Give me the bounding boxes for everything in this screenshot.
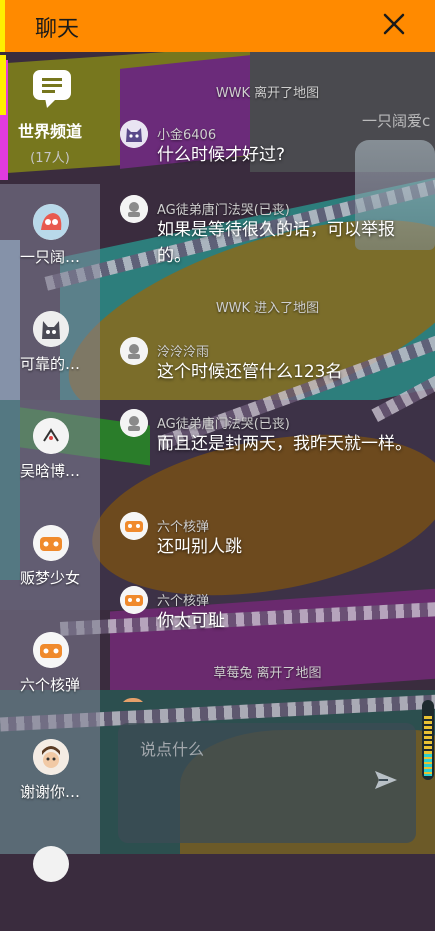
chat-bubble-icon: [33, 70, 71, 108]
avatar[interactable]: [120, 512, 148, 540]
world-channel-tab[interactable]: 世界频道 (17人): [0, 52, 100, 184]
message-sender: AG徒弟唐门法哭(已丧): [157, 203, 290, 218]
chat-title: 聊天: [35, 17, 80, 42]
message-sender: 泠泠泠雨: [157, 345, 210, 360]
send-icon[interactable]: [374, 769, 398, 791]
message-text: 还叫别人跳: [157, 537, 242, 557]
message-text: 这个时候还管什么123名: [157, 362, 343, 382]
avatar[interactable]: [120, 337, 148, 365]
message-composer: [118, 723, 416, 843]
user-list-item[interactable]: [0, 826, 100, 931]
avatar[interactable]: [120, 195, 148, 223]
avatar: [33, 846, 69, 882]
user-list-item[interactable]: 六个核弹: [0, 612, 100, 717]
user-name: 谢谢你…: [19, 783, 80, 801]
avatar: [33, 632, 69, 668]
avatar: [33, 418, 69, 454]
message-text: 你太可耻: [157, 611, 225, 631]
world-channel-label: 世界频道: [17, 122, 82, 141]
avatar[interactable]: [120, 409, 148, 437]
avatar[interactable]: [120, 586, 148, 614]
online-user-list[interactable]: 一只阔… 可靠的… 吴晗博… 贩梦少女 六个核弹 谢谢你…: [0, 184, 100, 882]
avatar[interactable]: [120, 120, 148, 148]
user-name: 可靠的…: [19, 355, 80, 373]
world-channel-count: (17人): [30, 151, 70, 166]
user-name: 吴晗博…: [19, 462, 80, 480]
volume-meter: [422, 700, 434, 780]
system-message: 草莓兔 离开了地图: [213, 666, 322, 681]
message-text: 如果是等待很久的话，可以举报的。: [157, 220, 395, 266]
chat-header: 聊天: [0, 0, 435, 52]
user-list-item[interactable]: 吴晗博…: [0, 398, 100, 503]
avatar: [120, 698, 146, 702]
system-message: WWK 进入了地图: [215, 301, 320, 316]
user-name: 贩梦少女: [19, 569, 80, 587]
user-list-item[interactable]: 谢谢你…: [0, 719, 100, 824]
message-sender: 六个核弹: [157, 594, 210, 609]
user-list-item[interactable]: 一只阔…: [0, 184, 100, 289]
user-name: 六个核弹: [19, 676, 80, 694]
avatar: [33, 204, 69, 240]
message-input[interactable]: [138, 733, 372, 765]
user-name: 一只阔…: [19, 248, 80, 266]
close-icon[interactable]: [381, 10, 407, 38]
chat-message-list[interactable]: WWK 离开了地图 小金6406 什么时候才好过? AG徒弟唐门法哭(已丧) 如…: [100, 52, 435, 702]
user-list-item[interactable]: 可靠的…: [0, 291, 100, 396]
message-sender: 小金6406: [157, 128, 217, 143]
avatar: [33, 311, 69, 347]
message-text: 而且还是封两天，我昨天就一样。: [157, 434, 412, 454]
user-list-item[interactable]: 贩梦少女: [0, 505, 100, 610]
avatar: [33, 525, 69, 561]
message-sender: 六个核弹: [157, 520, 210, 535]
avatar: [33, 739, 69, 775]
system-message: WWK 离开了地图: [215, 86, 320, 101]
message-text: 什么时候才好过?: [157, 145, 286, 165]
message-sender: AG徒弟唐门法哭(已丧): [157, 417, 290, 432]
